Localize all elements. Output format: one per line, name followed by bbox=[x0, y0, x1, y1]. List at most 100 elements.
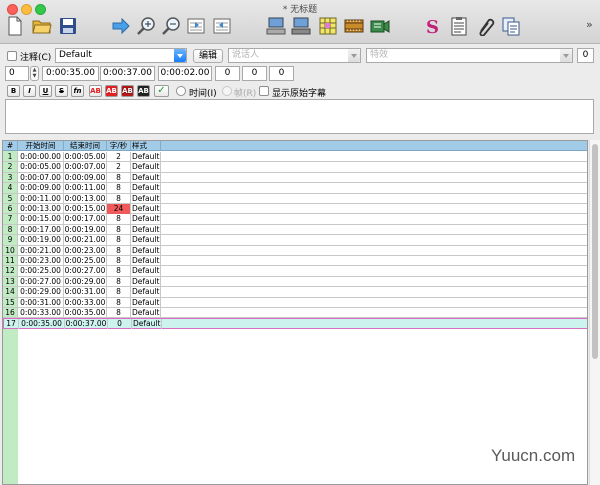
start-time-cell: 0:00:27.00 bbox=[18, 276, 64, 287]
table-row[interactable]: 12 0:00:25.00 0:00:27.00 8 Default bbox=[3, 266, 587, 277]
effect-select[interactable]: 特效 bbox=[366, 48, 573, 63]
zoom-out-icon[interactable] bbox=[160, 15, 182, 37]
attachment-icon[interactable] bbox=[474, 15, 496, 37]
edit-style-button[interactable]: 编辑 bbox=[193, 49, 223, 63]
time-mode-radio[interactable] bbox=[176, 86, 186, 96]
table-row[interactable]: 11 0:00:23.00 0:00:25.00 8 Default bbox=[3, 256, 587, 267]
style-cell: Default bbox=[132, 214, 161, 225]
table-row[interactable]: 2 0:00:05.00 0:00:07.00 2 Default bbox=[3, 162, 587, 173]
start-time-cell: 0:00:23.00 bbox=[18, 256, 64, 266]
svg-text:S: S bbox=[426, 17, 439, 36]
chevron-down-icon bbox=[174, 49, 186, 62]
bold-button[interactable]: B bbox=[7, 85, 20, 97]
row-number: 7 bbox=[3, 214, 18, 225]
new-file-icon[interactable] bbox=[4, 15, 26, 37]
start-time-cell: 0:00:29.00 bbox=[18, 287, 64, 298]
comment-checkbox[interactable] bbox=[7, 51, 17, 61]
film-timeline-icon[interactable] bbox=[343, 15, 365, 37]
zoom-in-icon[interactable] bbox=[135, 15, 157, 37]
end-time-cell: 0:00:19.00 bbox=[64, 224, 107, 235]
spreadsheet-icon[interactable] bbox=[317, 15, 339, 37]
outline-color-button[interactable]: AB bbox=[121, 85, 134, 97]
end-time-cell: 0:00:25.00 bbox=[64, 256, 107, 266]
italic-button[interactable]: I bbox=[23, 85, 36, 97]
cps-cell: 24 bbox=[107, 204, 131, 214]
start-time-cell: 0:00:21.00 bbox=[18, 245, 64, 256]
scrollbar-thumb[interactable] bbox=[592, 144, 598, 359]
table-row[interactable]: 9 0:00:19.00 0:00:21.00 8 Default bbox=[3, 235, 587, 246]
style-cell: Default bbox=[132, 235, 161, 246]
add-row-icon[interactable] bbox=[265, 15, 287, 37]
prev-line-icon[interactable] bbox=[185, 15, 207, 37]
end-time-field[interactable]: 0:00:37.00 bbox=[100, 66, 155, 81]
end-time-cell: 0:00:09.00 bbox=[64, 172, 107, 183]
properties-sheet-icon[interactable] bbox=[448, 15, 470, 37]
title-toolbar: * 无标题 S » bbox=[0, 0, 600, 44]
cps-cell: 8 bbox=[107, 308, 131, 318]
header-cps[interactable]: 字/秒 bbox=[107, 141, 131, 151]
style-s-icon[interactable]: S bbox=[421, 15, 443, 37]
toolbar-overflow-button[interactable]: » bbox=[586, 18, 593, 31]
grid-scrollbar[interactable] bbox=[589, 140, 600, 485]
layer-field[interactable]: 0 bbox=[5, 66, 29, 81]
table-row[interactable]: 13 0:00:27.00 0:00:29.00 8 Default bbox=[3, 276, 587, 288]
chevron-down-icon bbox=[560, 49, 572, 62]
header-number[interactable]: # bbox=[3, 141, 18, 151]
table-row[interactable]: 7 0:00:15.00 0:00:17.00 8 Default bbox=[3, 214, 587, 225]
table-row[interactable]: 6 0:00:13.00 0:00:15.00 24 Default bbox=[3, 204, 587, 215]
style-cell: Default bbox=[132, 224, 161, 235]
actor-select[interactable]: 说话人 bbox=[228, 48, 361, 63]
primary-color-button[interactable]: AB bbox=[89, 85, 102, 97]
style-select[interactable]: Default bbox=[55, 48, 187, 63]
header-end-time[interactable]: 结束时间 bbox=[64, 141, 107, 151]
checkmark-icon[interactable]: ✓ bbox=[154, 85, 169, 97]
table-row[interactable]: 14 0:00:29.00 0:00:31.00 8 Default bbox=[3, 287, 587, 298]
cps-cell: 8 bbox=[107, 172, 131, 183]
cps-cell: 8 bbox=[107, 287, 131, 298]
header-start-time[interactable]: 开始时间 bbox=[18, 141, 64, 151]
table-row[interactable]: 17 0:00:35.00 0:00:37.00 0 Default bbox=[3, 318, 587, 330]
layer-stepper[interactable]: ▲ ▼ bbox=[30, 66, 39, 81]
row-number: 1 bbox=[3, 152, 18, 162]
subtitle-text-editor[interactable] bbox=[5, 99, 594, 134]
strikeout-button[interactable]: S bbox=[55, 85, 68, 97]
table-row[interactable]: 8 0:00:17.00 0:00:19.00 8 Default bbox=[3, 224, 587, 236]
end-time-cell: 0:00:21.00 bbox=[64, 235, 107, 246]
table-row[interactable]: 4 0:00:09.00 0:00:11.00 8 Default bbox=[3, 183, 587, 194]
next-line-icon[interactable] bbox=[211, 15, 233, 37]
style-cell: Default bbox=[132, 204, 161, 214]
table-row[interactable]: 10 0:00:21.00 0:00:23.00 8 Default bbox=[3, 245, 587, 256]
secondary-color-button[interactable]: AB bbox=[105, 85, 118, 97]
margin-vertical-field[interactable]: 0 bbox=[269, 66, 294, 81]
save-icon[interactable] bbox=[57, 15, 79, 37]
actor-select-placeholder: 说话人 bbox=[232, 50, 260, 60]
start-time-field[interactable]: 0:00:35.00 bbox=[42, 66, 99, 81]
start-time-cell: 0:00:15.00 bbox=[18, 214, 64, 225]
table-row[interactable]: 15 0:00:31.00 0:00:33.00 8 Default bbox=[3, 297, 587, 308]
show-original-checkbox[interactable] bbox=[259, 86, 269, 96]
start-time-cell: 0:00:05.00 bbox=[18, 162, 64, 173]
margin-right-field[interactable]: 0 bbox=[242, 66, 267, 81]
margin-left-field[interactable]: 0 bbox=[215, 66, 240, 81]
grid-header: # 开始时间 结束时间 字/秒 样式 bbox=[3, 141, 587, 151]
table-row[interactable]: 5 0:00:11.00 0:00:13.00 8 Default bbox=[3, 193, 587, 204]
cps-cell: 8 bbox=[107, 183, 131, 194]
end-time-cell: 0:00:27.00 bbox=[64, 266, 107, 277]
frame-mode-radio[interactable] bbox=[222, 86, 232, 96]
duration-field[interactable]: 0:00:02.00 bbox=[158, 66, 212, 81]
table-row[interactable]: 16 0:00:33.00 0:00:35.00 8 Default bbox=[3, 308, 587, 319]
video-clip-icon[interactable] bbox=[369, 15, 391, 37]
arrow-right-icon[interactable] bbox=[110, 15, 132, 37]
open-folder-icon[interactable] bbox=[31, 15, 53, 37]
style-cell: Default bbox=[132, 172, 161, 183]
header-style[interactable]: 样式 bbox=[131, 141, 161, 151]
table-row[interactable]: 1 0:00:00.00 0:00:05.00 2 Default bbox=[3, 152, 587, 163]
remove-row-icon[interactable] bbox=[290, 15, 312, 37]
table-row[interactable]: 3 0:00:07.00 0:00:09.00 8 Default bbox=[3, 172, 587, 184]
duplicate-pages-icon[interactable] bbox=[500, 15, 522, 37]
row-number: 12 bbox=[3, 266, 18, 277]
shadow-color-button[interactable]: AB bbox=[137, 85, 150, 97]
font-button[interactable]: fn bbox=[71, 85, 84, 97]
underline-button[interactable]: U bbox=[39, 85, 52, 97]
subtitle-grid[interactable]: # 开始时间 结束时间 字/秒 样式 1 0:00:00.00 0:00:05.00… bbox=[2, 140, 588, 485]
